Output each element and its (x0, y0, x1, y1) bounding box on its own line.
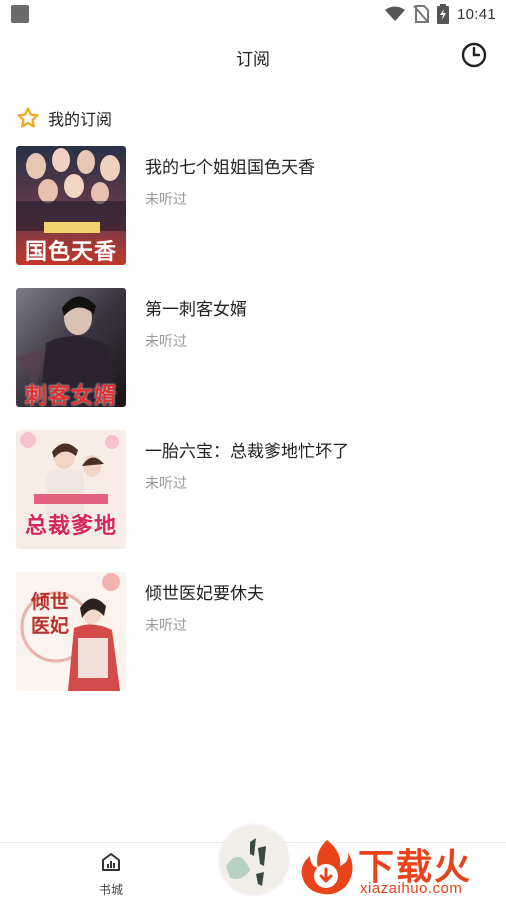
clock-icon (461, 42, 487, 68)
subscription-list: 国色天香 我的七个姐姐国色天香 未听过 刺客女婿 第一刺客女婿 未听过 总裁爹地… (0, 146, 506, 714)
section-header: 我的订阅 (16, 105, 112, 131)
book-status: 未听过 (145, 334, 187, 350)
book-title: 我的七个姐姐国色天香 (145, 158, 315, 178)
watermark-logo: 下载火 xiazaihuo.com (296, 836, 504, 898)
star-icon (17, 107, 39, 128)
book-cover: 倾世医妃 (16, 572, 126, 691)
page-title: 订阅 (236, 50, 270, 70)
cover-title: 国色天香 (24, 240, 117, 265)
book-title: 一胎六宝：总裁爹地忙坏了 (145, 442, 349, 462)
cover-title: 总裁爹地 (24, 514, 117, 539)
cover-title: 刺客女婿 (24, 384, 117, 407)
cover-title: 倾世医妃 (30, 591, 69, 637)
no-sim-icon (413, 5, 429, 23)
battery-icon (436, 4, 449, 24)
notification-icon (11, 5, 29, 23)
status-time: 10:41 (456, 5, 496, 23)
status-bar: 10:41 (0, 0, 506, 28)
app-bar: 订阅 (0, 36, 506, 76)
list-item[interactable]: 刺客女婿 第一刺客女婿 未听过 (0, 288, 506, 430)
watermark-url: xiazaihuo.com (360, 880, 463, 897)
book-cover: 刺客女婿 (16, 288, 126, 407)
list-item[interactable]: 国色天香 我的七个姐姐国色天香 未听过 (0, 146, 506, 288)
section-title: 我的订阅 (48, 110, 113, 129)
book-title: 第一刺客女婿 (145, 300, 247, 320)
flame-logo-icon (301, 840, 353, 895)
bookstore-icon (102, 853, 120, 871)
nav-bookstore-label: 书城 (98, 883, 123, 897)
book-status: 未听过 (145, 618, 187, 634)
history-button[interactable] (460, 41, 488, 69)
list-item[interactable]: 总裁爹地 一胎六宝：总裁爹地忙坏了 未听过 (0, 430, 506, 572)
status-icons: 10:41 (384, 4, 496, 24)
list-item[interactable]: 倾世医妃 倾世医妃要休夫 未听过 (0, 572, 506, 714)
book-cover: 总裁爹地 (16, 430, 126, 549)
player-cover-art (220, 826, 288, 894)
book-cover: 国色天香 (16, 146, 126, 265)
player-button[interactable] (220, 826, 288, 894)
wifi-icon (384, 6, 405, 21)
nav-bookstore[interactable]: 书城 (86, 851, 136, 897)
book-title: 倾世医妃要休夫 (145, 584, 264, 604)
book-status: 未听过 (145, 476, 187, 492)
book-status: 未听过 (145, 192, 187, 208)
